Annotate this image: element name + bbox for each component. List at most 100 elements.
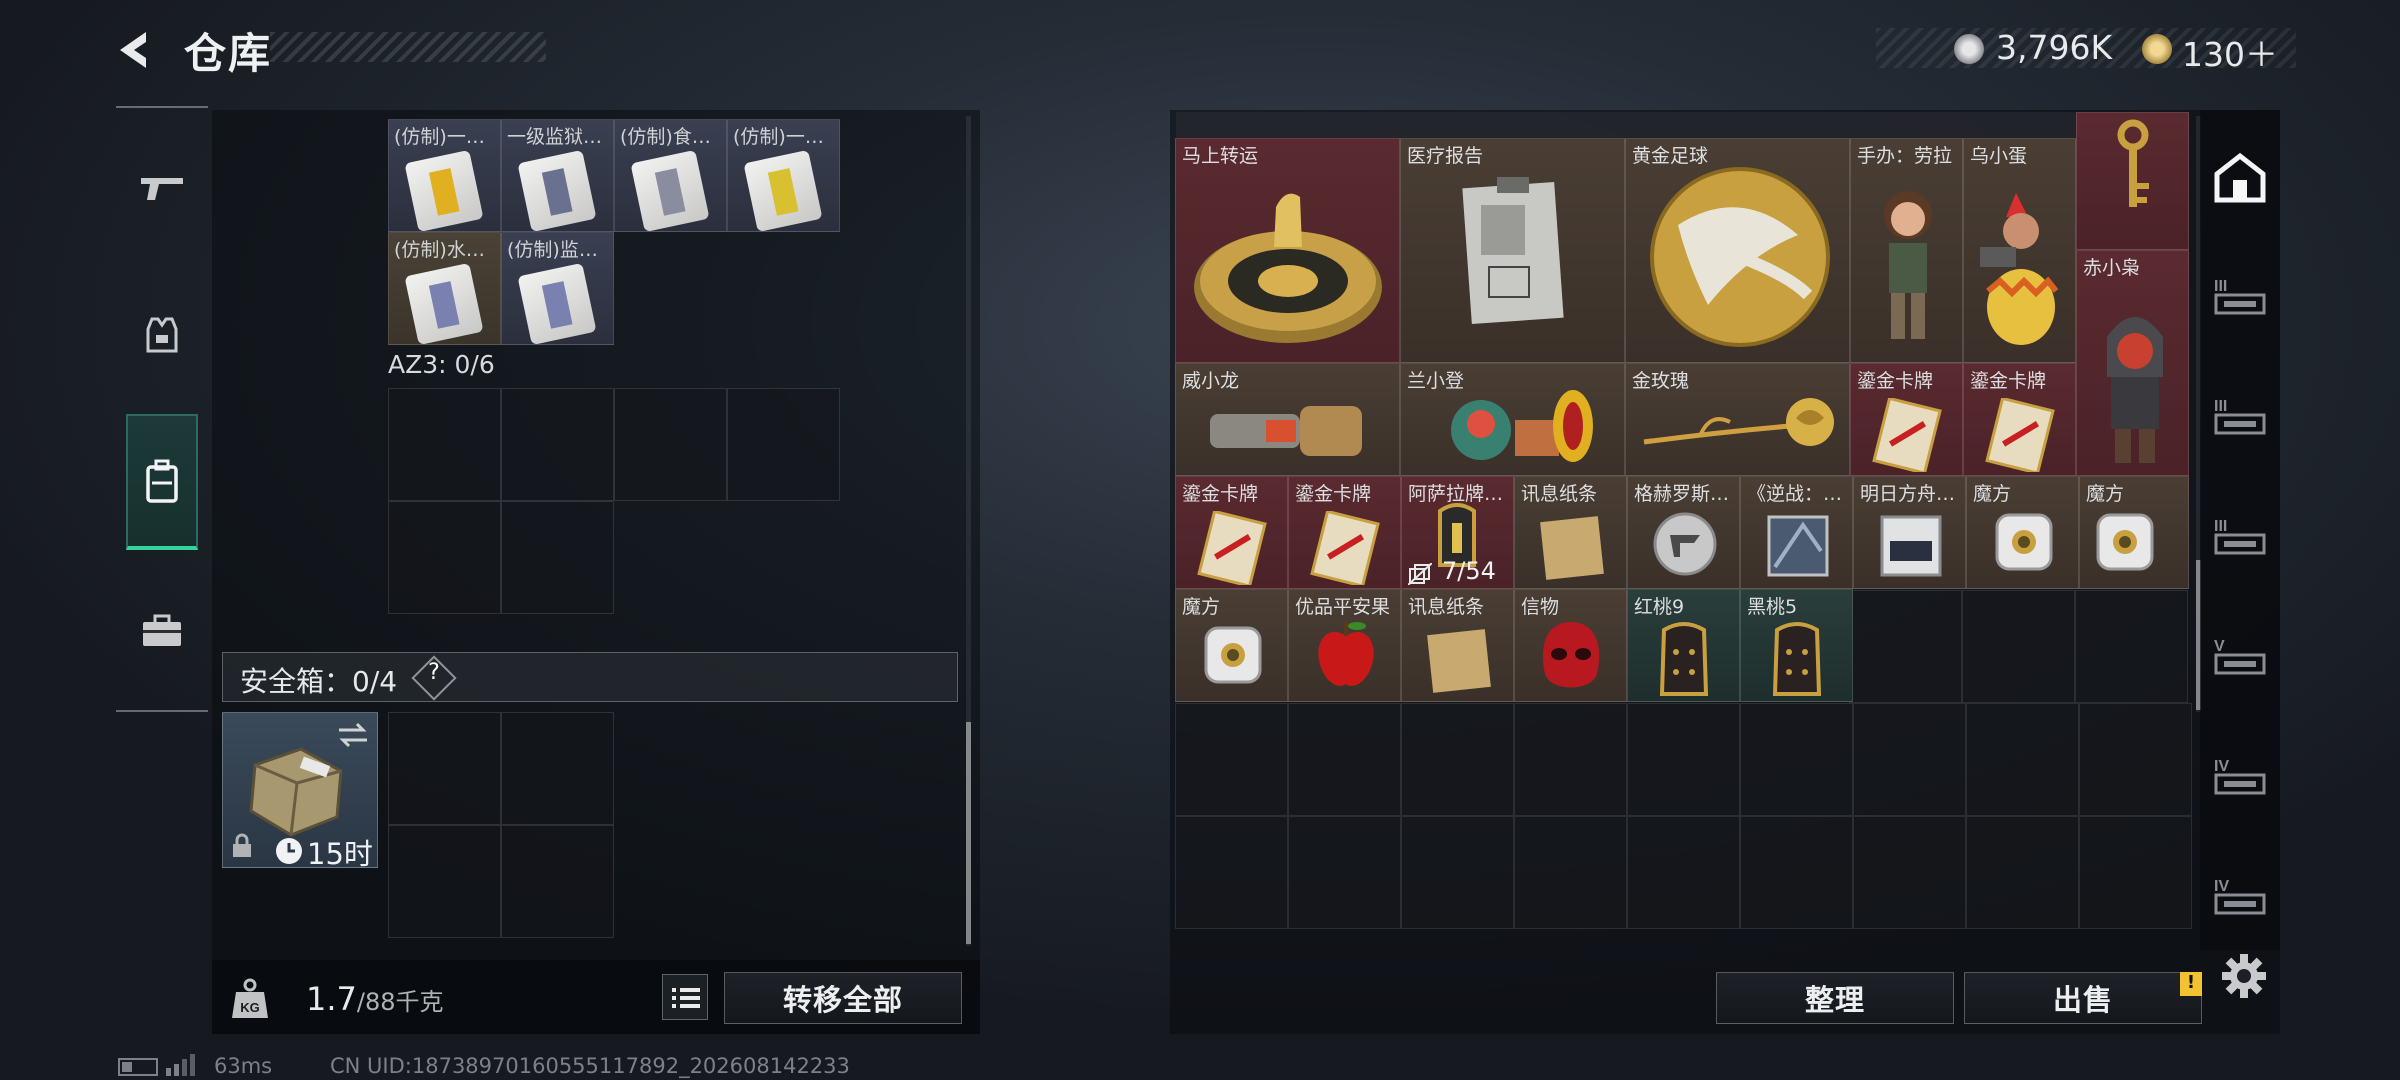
warehouse-item[interactable]: 鎏金卡牌: [1963, 363, 2076, 476]
warehouse-item[interactable]: 阿萨拉牌… 7/54: [1401, 476, 1514, 589]
warehouse-item[interactable]: 兰小登: [1400, 363, 1625, 476]
warehouse-item[interactable]: [2076, 112, 2189, 250]
tab-tier-4[interactable]: IV: [2208, 864, 2272, 928]
ping: 63ms: [214, 1054, 273, 1078]
dragon-gauntlet-icon: [1210, 406, 1362, 456]
inventory-item[interactable]: (仿制)一…: [727, 119, 840, 232]
empty-slot[interactable]: [1514, 703, 1627, 816]
empty-slot[interactable]: [501, 825, 614, 938]
nav-case[interactable]: [126, 586, 198, 676]
empty-slot[interactable]: [1288, 703, 1401, 816]
inventory-scroll-thumb[interactable]: [966, 722, 971, 944]
sell-button[interactable]: 出售: [1964, 972, 2202, 1024]
empty-slot[interactable]: [501, 501, 614, 614]
transfer-all-button[interactable]: 转移全部: [724, 972, 962, 1024]
safe-box-item[interactable]: 15时: [222, 712, 378, 871]
gold-value[interactable]: 130＋: [2182, 28, 2278, 76]
warehouse-item[interactable]: 信物: [1514, 589, 1627, 702]
warehouse-item[interactable]: 赤小枭: [2076, 250, 2189, 476]
empty-slot[interactable]: [1175, 816, 1288, 929]
warehouse-item[interactable]: 魔方: [2079, 476, 2189, 589]
swap-icon[interactable]: [337, 721, 369, 749]
warehouse-item[interactable]: 鎏金卡牌: [1288, 476, 1401, 589]
empty-slot[interactable]: [388, 501, 501, 614]
tab-tier-4[interactable]: IV: [2208, 744, 2272, 808]
inventory-item[interactable]: (仿制)一…: [388, 119, 501, 232]
warehouse-item[interactable]: 威小龙: [1175, 363, 1400, 476]
warehouse-item[interactable]: 鎏金卡牌: [1175, 476, 1288, 589]
warehouse-item[interactable]: 金玫瑰: [1625, 363, 1850, 476]
warehouse-item[interactable]: 讯息纸条: [1401, 589, 1514, 702]
list-view-button[interactable]: [662, 974, 708, 1020]
empty-slot[interactable]: [1966, 816, 2079, 929]
weight-value: 1.7: [306, 980, 357, 1018]
empty-slot[interactable]: [501, 388, 614, 501]
tab-home[interactable]: [2208, 146, 2272, 210]
empty-slot[interactable]: [1401, 816, 1514, 929]
warehouse-item[interactable]: 医疗报告: [1400, 138, 1625, 363]
warehouse-item[interactable]: 格赫罗斯…: [1627, 476, 1740, 589]
gilded-card-icon: [1310, 511, 1380, 585]
help-icon[interactable]: ?: [424, 660, 444, 685]
weight-max: /88千克: [356, 988, 444, 1016]
sort-button[interactable]: 整理: [1716, 972, 1954, 1024]
empty-slot[interactable]: [1966, 703, 2079, 816]
warehouse-item[interactable]: 红桃9: [1627, 589, 1740, 702]
house-icon: [2214, 152, 2266, 203]
warehouse-item[interactable]: 优品平安果: [1288, 589, 1401, 702]
warehouse-item[interactable]: 鎏金卡牌: [1850, 363, 1963, 476]
empty-slot[interactable]: [1288, 816, 1401, 929]
nav-armor[interactable]: [126, 290, 198, 380]
empty-slot[interactable]: [388, 825, 501, 938]
access-card-icon: [517, 149, 597, 231]
empty-slot[interactable]: [1740, 703, 1853, 816]
svg-text:V: V: [2214, 638, 2225, 655]
nav-backpack[interactable]: [126, 414, 198, 550]
empty-slot[interactable]: [2075, 590, 2188, 703]
warehouse-item[interactable]: 马上转运: [1175, 138, 1400, 363]
empty-slot[interactable]: [2079, 816, 2192, 929]
warehouse-item[interactable]: 乌小蛋: [1963, 138, 2076, 363]
inventory-item[interactable]: 一级监狱…: [501, 119, 614, 232]
warehouse-item[interactable]: 魔方: [1175, 589, 1288, 702]
empty-slot[interactable]: [388, 388, 501, 501]
warehouse-item[interactable]: 黄金足球: [1625, 138, 1850, 363]
playing-card-icon: [1659, 622, 1709, 696]
tab-tier-5[interactable]: V: [2208, 624, 2272, 688]
empty-slot[interactable]: [1853, 703, 1966, 816]
warehouse-item[interactable]: 黑桃5: [1740, 589, 1853, 702]
warehouse-item[interactable]: 讯息纸条: [1514, 476, 1627, 589]
empty-slot[interactable]: [1627, 703, 1740, 816]
empty-slot[interactable]: [1514, 816, 1627, 929]
inventory-item[interactable]: (仿制)监…: [501, 232, 614, 345]
back-button[interactable]: [112, 26, 160, 74]
empty-slot[interactable]: [501, 712, 614, 825]
warehouse-item[interactable]: 明日方舟…: [1853, 476, 1966, 589]
settings-button[interactable]: [2220, 952, 2268, 1000]
empty-slot[interactable]: [727, 388, 840, 501]
empty-slot[interactable]: [1849, 590, 1962, 703]
empty-slot[interactable]: [1401, 703, 1514, 816]
tier-storage-icon: III: [2214, 278, 2266, 315]
empty-slot[interactable]: [1853, 816, 1966, 929]
tab-tier-3[interactable]: III: [2208, 504, 2272, 568]
nav-weapons[interactable]: [126, 144, 198, 234]
empty-slot[interactable]: [1627, 816, 1740, 929]
warehouse-item[interactable]: 魔方: [1966, 476, 2079, 589]
warehouse-item[interactable]: 《逆战：…: [1740, 476, 1853, 589]
svg-text:IV: IV: [2214, 758, 2229, 775]
inventory-item[interactable]: (仿制)食…: [614, 119, 727, 232]
inventory-item[interactable]: (仿制)水…: [388, 232, 501, 345]
empty-slot[interactable]: [1740, 816, 1853, 929]
empty-slot[interactable]: [2079, 703, 2192, 816]
hooded-figure-icon: [2107, 317, 2163, 463]
empty-slot[interactable]: [1175, 703, 1288, 816]
safe-box-label: 安全箱：0/4: [240, 665, 398, 698]
tab-tier-3[interactable]: III: [2208, 384, 2272, 448]
empty-slot[interactable]: [614, 388, 727, 501]
empty-slot[interactable]: [1962, 590, 2075, 703]
warehouse-item[interactable]: 手办：劳拉: [1850, 138, 1963, 363]
empty-slot[interactable]: [388, 712, 501, 825]
lock-icon: [233, 833, 251, 857]
tab-tier-3[interactable]: III: [2208, 264, 2272, 328]
